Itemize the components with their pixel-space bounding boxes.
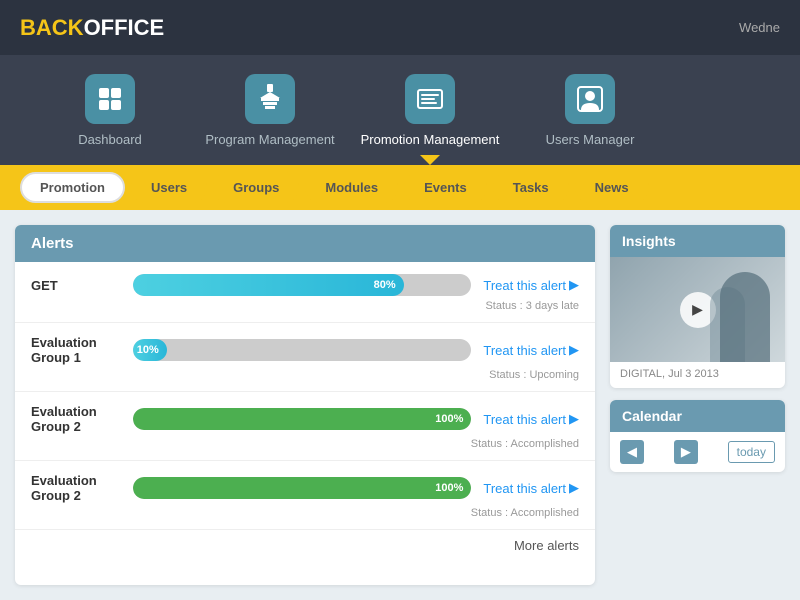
alert-status-eval2a: Status : Accomplished [31, 438, 579, 450]
nav-item-promotion[interactable]: Promotion Management [350, 64, 510, 157]
logo-office: OFFICE [84, 15, 165, 40]
main-content: Alerts GET 80% Treat this alert ▶ Status… [0, 210, 800, 600]
calendar-next-button[interactable]: ▶ [674, 440, 698, 464]
users-icon [565, 74, 615, 124]
alert-item-get: GET 80% Treat this alert ▶ Status : 3 da… [15, 262, 595, 323]
alert-name-eval1: Evaluation Group 1 [31, 335, 121, 365]
logo[interactable]: BACKOFFICE [20, 15, 164, 41]
alert-item-eval1: Evaluation Group 1 10% Treat this alert … [15, 323, 595, 392]
alert-bar-eval2b: 100% [133, 477, 471, 499]
calendar-nav: ◀ ▶ today [610, 432, 785, 472]
subnav-groups[interactable]: Groups [213, 172, 299, 203]
right-panel: Insights ▶ DIGITAL, Jul 3 2013 Calendar … [610, 225, 785, 585]
alert-progress-eval1: 10% [133, 339, 471, 361]
alert-item-eval2b: Evaluation Group 2 100% Treat this alert… [15, 461, 595, 530]
nav-item-users[interactable]: Users Manager [510, 64, 670, 157]
calendar-header: Calendar [610, 400, 785, 432]
subnav-news[interactable]: News [575, 172, 649, 203]
alert-progress-get: 80% [133, 274, 471, 296]
nav-label-users: Users Manager [546, 132, 635, 147]
subnav-tasks[interactable]: Tasks [493, 172, 569, 203]
alert-progress-eval2a: 100% [133, 408, 471, 430]
alert-name-eval2a: Evaluation Group 2 [31, 404, 121, 434]
treat-alert-get[interactable]: Treat this alert ▶ [483, 277, 579, 293]
alerts-panel-header: Alerts [15, 225, 595, 262]
more-alerts-link[interactable]: More alerts [15, 530, 595, 561]
insights-thumbnail[interactable]: ▶ [610, 257, 785, 362]
alert-name-eval2b: Evaluation Group 2 [31, 473, 121, 503]
dashboard-icon [85, 74, 135, 124]
alert-status-get: Status : 3 days late [31, 300, 579, 312]
insights-card: Insights ▶ DIGITAL, Jul 3 2013 [610, 225, 785, 388]
alert-status-eval2b: Status : Accomplished [31, 507, 579, 519]
nav-label-dashboard: Dashboard [78, 132, 142, 147]
calendar-today-button[interactable]: today [728, 441, 775, 463]
treat-alert-eval2a[interactable]: Treat this alert ▶ [483, 411, 579, 427]
alert-progress-eval2b: 100% [133, 477, 471, 499]
program-icon [245, 74, 295, 124]
nav-item-dashboard[interactable]: Dashboard [30, 64, 190, 157]
nav-label-program: Program Management [205, 132, 334, 147]
nav-item-program[interactable]: Program Management [190, 64, 350, 157]
alert-item-eval2a: Evaluation Group 2 100% Treat this alert… [15, 392, 595, 461]
subnav-users[interactable]: Users [131, 172, 207, 203]
subnav-events[interactable]: Events [404, 172, 487, 203]
alert-name-get: GET [31, 278, 121, 293]
calendar-prev-button[interactable]: ◀ [620, 440, 644, 464]
logo-back: BACK [20, 15, 84, 40]
alert-bar-eval2a: 100% [133, 408, 471, 430]
promotion-icon [405, 74, 455, 124]
treat-alert-eval2b[interactable]: Treat this alert ▶ [483, 480, 579, 496]
calendar-card: Calendar ◀ ▶ today [610, 400, 785, 472]
header: BACKOFFICE Wedne [0, 0, 800, 55]
main-nav: Dashboard Program Management Promotion M… [0, 55, 800, 165]
subnav: Promotion Users Groups Modules Events Ta… [0, 165, 800, 210]
insights-header: Insights [610, 225, 785, 257]
subnav-promotion[interactable]: Promotion [20, 172, 125, 203]
alert-bar-eval1: 10% [133, 339, 167, 361]
silhouette-fg [720, 272, 770, 362]
subnav-modules[interactable]: Modules [305, 172, 398, 203]
alert-status-eval1: Status : Upcoming [31, 369, 579, 381]
nav-label-promotion: Promotion Management [361, 132, 500, 147]
treat-alert-eval1[interactable]: Treat this alert ▶ [483, 342, 579, 358]
header-date: Wedne [739, 20, 780, 35]
alerts-panel: Alerts GET 80% Treat this alert ▶ Status… [15, 225, 595, 585]
alert-bar-get: 80% [133, 274, 404, 296]
insights-caption: DIGITAL, Jul 3 2013 [610, 362, 785, 388]
